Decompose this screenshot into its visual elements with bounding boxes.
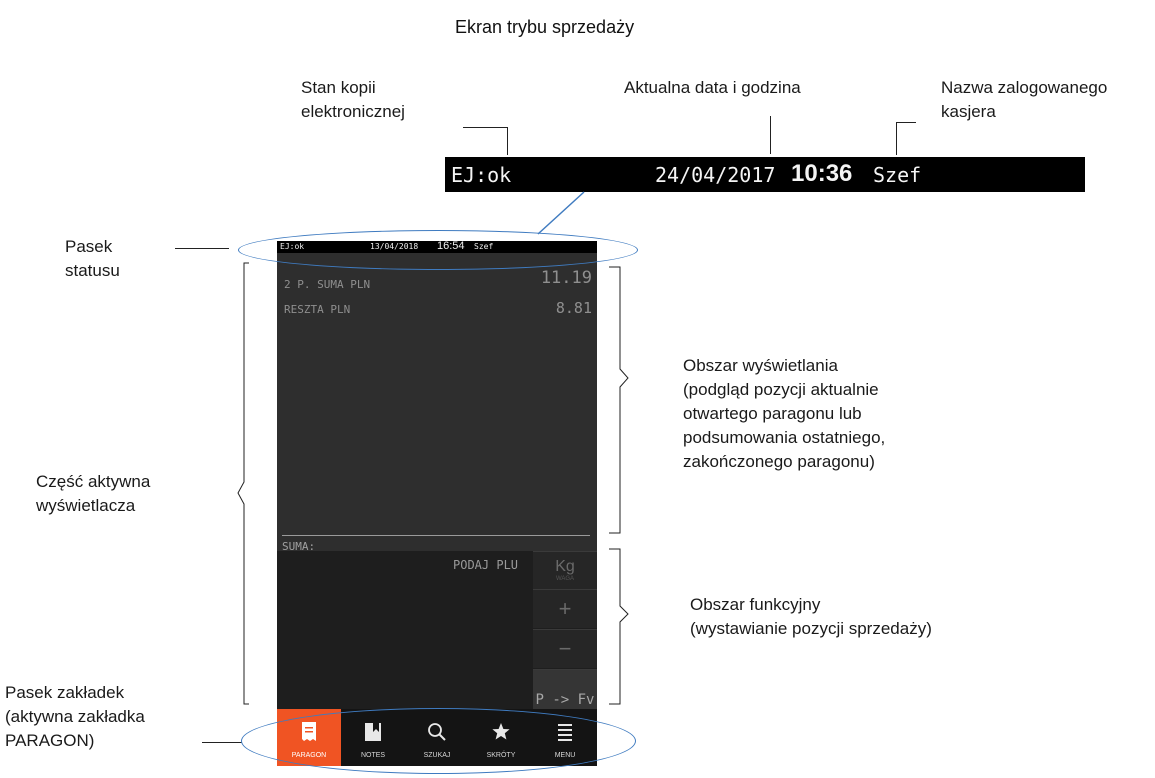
leader-line bbox=[463, 127, 507, 128]
leader-line bbox=[507, 127, 508, 155]
leader-line bbox=[202, 742, 242, 743]
status-time: 10:36 bbox=[791, 160, 853, 187]
divider bbox=[282, 535, 590, 536]
page-title: Ekran trybu sprzedaży bbox=[455, 17, 635, 37]
weight-sublabel: WAGA bbox=[555, 576, 575, 582]
leader-line bbox=[770, 116, 771, 154]
status-bar-highlight bbox=[238, 230, 638, 270]
leader-line bbox=[896, 122, 897, 155]
minus-button[interactable]: − bbox=[533, 629, 597, 668]
status-bar-zoom: EJ:ok 24/04/2017 10:36 Szef bbox=[445, 157, 1085, 192]
annotation-function-area: Obszar funkcyjny (wystawianie pozycji sp… bbox=[690, 595, 932, 638]
brace-active-part bbox=[237, 262, 249, 705]
row-label: 2 P. SUMA PLN bbox=[284, 278, 371, 291]
device-screen: EJ:ok 13/04/2018 16:54 Szef 2 P. SUMA PL… bbox=[277, 241, 597, 766]
annotation-ej-state: Stan kopii elektronicznej bbox=[301, 78, 405, 121]
weight-label: Kg bbox=[555, 558, 575, 575]
brace-function-area bbox=[609, 548, 629, 705]
annotation-status-bar: Pasek statusu bbox=[65, 237, 120, 280]
receipt-to-invoice-button[interactable]: P -> Fv bbox=[533, 669, 597, 710]
leader-line bbox=[896, 122, 916, 123]
row-label: RESZTA PLN bbox=[284, 303, 351, 316]
brace-display-area bbox=[609, 266, 629, 534]
annotation-tab-bar: Pasek zakładek (aktywna zakładka PARAGON… bbox=[5, 683, 145, 750]
status-user: Szef bbox=[873, 163, 922, 187]
row-value: 8.81 bbox=[555, 299, 592, 317]
plu-prompt: PODAJ PLU bbox=[453, 558, 519, 572]
annotation-datetime: Aktualna data i godzina bbox=[624, 78, 801, 97]
tab-bar-highlight bbox=[241, 708, 636, 774]
display-area: 2 P. SUMA PLN 11.19 RESZTA PLN 8.81 SUMA… bbox=[277, 253, 597, 553]
status-date: 24/04/2017 bbox=[655, 163, 776, 187]
annotation-active-part: Część aktywna wyświetlacza bbox=[36, 472, 151, 515]
ej-status: EJ:ok bbox=[451, 163, 512, 187]
annotation-cashier: Nazwa zalogowanego kasjera bbox=[941, 78, 1108, 121]
function-area[interactable]: PODAJ PLU Kg WAGA + − P -> Fv bbox=[277, 551, 597, 710]
leader-line bbox=[175, 248, 229, 249]
plus-button[interactable]: + bbox=[533, 589, 597, 628]
annotation-display-area: Obszar wyświetlania (podgląd pozycji akt… bbox=[683, 356, 886, 471]
weight-button[interactable]: Kg WAGA bbox=[533, 551, 597, 590]
row-value: 11.19 bbox=[540, 268, 592, 288]
